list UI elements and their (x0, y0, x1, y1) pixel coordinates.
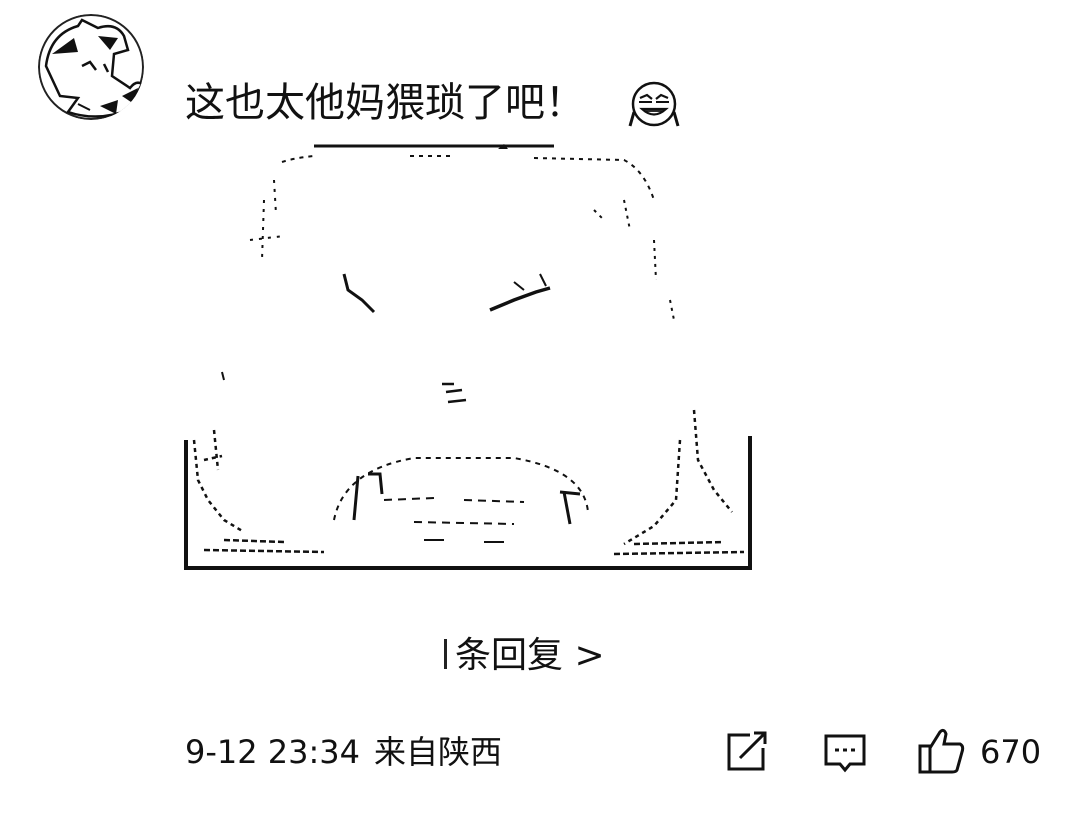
location: 来自陕西 (374, 733, 503, 771)
comment-meta: 9-12 23:34 来自陕西 (185, 730, 502, 774)
timestamp: 9-12 23:34 (185, 733, 361, 771)
comment-text: 这也太他妈猥琐了吧！ (185, 80, 585, 126)
like-button[interactable]: 670 (916, 726, 1046, 776)
comment-icon (824, 734, 866, 773)
attached-image[interactable] (184, 140, 754, 572)
view-replies-label: 条回复 > (455, 635, 605, 676)
laughing-tears-emoji-icon (628, 80, 684, 128)
reply-count-bar (444, 639, 447, 669)
comment-button[interactable] (822, 732, 868, 776)
thumbs-up-icon (918, 728, 965, 774)
view-replies-link[interactable]: 条回复 > (444, 632, 605, 680)
share-icon (727, 731, 767, 771)
like-count: 670 (980, 733, 1042, 771)
avatar[interactable] (38, 14, 144, 120)
share-button[interactable] (724, 730, 770, 774)
